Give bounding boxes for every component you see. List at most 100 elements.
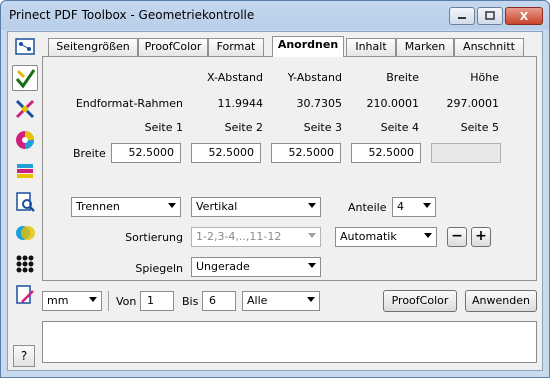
tab-label: Format [216,40,256,53]
chevron-down-icon [424,233,432,238]
page-header-2: Seite 2 [224,121,263,134]
endformat-breite-value: 210.0001 [366,97,420,110]
preflight-search-icon [16,192,35,212]
help-icon: ? [20,349,28,363]
anteile-select-value: 4 [397,200,404,213]
decrement-button[interactable]: − [447,227,467,247]
bis-input[interactable]: 6 [202,291,236,311]
bottom-bar: mm Von 1 Bis 6 Alle ProofColor Anwenden [42,287,537,315]
breite-seite-4-input[interactable]: 52.5000 [351,143,421,163]
page-header-1: Seite 1 [144,121,183,134]
page-header-4: Seite 4 [380,121,419,134]
color-separation-icon [15,99,35,119]
page-header-5: Seite 5 [460,121,499,134]
close-icon: X [519,9,529,23]
chevron-down-icon [307,297,315,302]
tab-label: Inhalt [355,40,387,53]
header-hoehe: Höhe [470,71,499,84]
tab-label: Anschnitt [463,40,515,53]
anteile-label: Anteile [348,201,387,214]
direction-select-value: Vertikal [196,200,238,213]
divider [108,291,109,311]
tool-button-sheet-layout[interactable] [12,34,38,60]
endformat-label: Endformat-Rahmen [75,97,183,110]
tab-marken[interactable]: Marken [396,38,454,56]
spiegeln-select-value: Ungerade [196,260,250,273]
breite-row-label: Breite [73,147,106,160]
chevron-down-icon [168,203,176,208]
breite-seite-2-input[interactable]: 52.5000 [191,143,261,163]
tab-label: ProofColor [144,40,202,53]
chevron-down-icon [89,297,97,302]
tool-button-color[interactable] [12,127,38,153]
screening-dots-icon [16,255,34,273]
plus-icon: + [475,228,487,244]
bis-label: Bis [182,295,199,308]
unit-select-value: mm [47,294,69,307]
breite-seite-1-input[interactable]: 52.5000 [111,143,181,163]
document-pen-icon [16,285,34,304]
tab-inhalt[interactable]: Inhalt [346,38,396,56]
minus-icon: − [451,228,463,244]
chevron-down-icon [308,233,316,238]
header-breite: Breite [386,71,419,84]
sortierung-select: 1-2,3-4,..,11-12 [191,227,321,247]
breite-seite-3-input[interactable]: 52.5000 [271,143,341,163]
tab-anordnen[interactable]: Anordnen [272,36,344,57]
sortierung-mode-select[interactable]: Automatik [335,227,437,247]
geometry-check-icon [15,69,36,89]
von-input[interactable]: 1 [140,291,174,311]
anordnen-panel: X-Abstand Y-Abstand Breite Höhe Endforma… [42,56,537,281]
endformat-hoehe-value: 297.0001 [446,97,500,110]
chevron-down-icon [308,263,316,268]
tool-button-preflight[interactable] [12,189,38,215]
unit-select[interactable]: mm [42,291,102,311]
tab-proofcolor[interactable]: ProofColor [138,38,208,56]
anteile-select[interactable]: 4 [392,197,436,217]
apply-button[interactable]: Anwenden [465,290,537,312]
overprint-icon [16,226,35,240]
endformat-x-value: 11.9944 [217,97,264,110]
help-button[interactable]: ? [13,345,35,367]
chevron-down-icon [423,203,431,208]
tab-label: Anordnen [277,38,339,51]
range-select[interactable]: Alle [242,291,320,311]
endformat-y-value: 30.7305 [296,97,343,110]
maximize-button[interactable] [477,7,503,25]
close-button[interactable]: X [505,7,543,25]
tab-format[interactable]: Format [208,38,264,56]
spiegeln-label: Spiegeln [135,262,183,275]
maximize-icon [485,11,495,20]
app-window: Prinect PDF Toolbox - Geometriekontrolle… [0,0,550,378]
tool-button-geometry[interactable] [12,65,38,91]
sortierung-select-value: 1-2,3-4,..,11-12 [196,230,282,243]
tool-column [12,34,40,313]
sheet-layout-icon [15,38,35,55]
tab-label: Marken [404,40,446,53]
sortierung-label: Sortierung [125,231,183,244]
tool-button-separation[interactable] [12,96,38,122]
mode-select[interactable]: Trennen [71,197,181,217]
mode-select-value: Trennen [76,200,120,213]
breite-seite-5-input [431,143,501,163]
tab-seitengroessen[interactable]: Seitengrößen [48,38,138,56]
minimize-button[interactable] [449,7,475,25]
sortierung-mode-value: Automatik [340,230,397,243]
tool-button-edit[interactable] [12,282,38,308]
von-label: Von [116,295,137,308]
tool-button-overprint[interactable] [12,220,38,246]
header-y-abstand: Y-Abstand [287,71,342,84]
tool-button-swatches[interactable] [12,158,38,184]
tab-label: Seitengrößen [56,40,130,53]
client-area: ? Seitengrößen ProofColor Format Anordne… [7,31,543,371]
message-area[interactable] [42,321,537,363]
tab-anschnitt[interactable]: Anschnitt [454,38,524,56]
title-bar[interactable]: Prinect PDF Toolbox - Geometriekontrolle… [1,1,549,31]
proofcolor-button[interactable]: ProofColor [383,290,457,312]
increment-button[interactable]: + [471,227,491,247]
minimize-icon [458,17,466,19]
spiegeln-select[interactable]: Ungerade [191,257,321,277]
tool-button-screening[interactable] [12,251,38,277]
direction-select[interactable]: Vertikal [191,197,321,217]
window-title: Prinect PDF Toolbox - Geometriekontrolle [9,8,255,22]
